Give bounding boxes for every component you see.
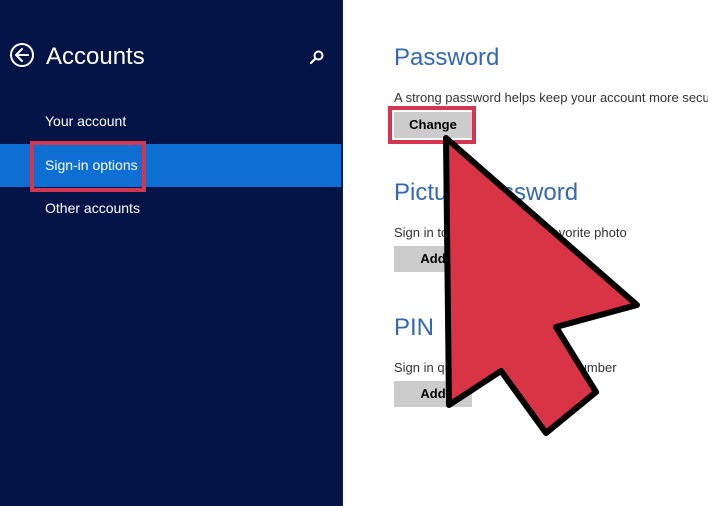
add-picture-password-button[interactable]: Add — [394, 246, 472, 272]
sidebar-item-label: Your account — [45, 113, 127, 129]
sidebar-item-other-accounts[interactable]: Other accounts — [0, 187, 341, 230]
password-description: A strong password helps keep your accoun… — [394, 90, 708, 105]
sidebar: Accounts Your account Sign-in options Ot… — [0, 0, 341, 506]
highlight-box-change — [388, 106, 476, 144]
sidebar-item-label: Other accounts — [45, 200, 140, 216]
highlight-box-sign-in-options — [30, 141, 146, 192]
picture-password-title: Picture password — [394, 179, 579, 206]
divider — [341, 0, 343, 506]
pin-description: Sign in quickly with a four-digit number — [394, 360, 617, 375]
picture-password-description: Sign in to your PC using a favorite phot… — [394, 225, 627, 240]
sidebar-item-your-account[interactable]: Your account — [0, 100, 341, 143]
add-pin-button[interactable]: Add — [394, 381, 472, 407]
password-title: Password — [394, 44, 500, 71]
page-title: Accounts — [46, 43, 145, 70]
search-icon[interactable] — [309, 49, 325, 65]
back-arrow-icon[interactable] — [10, 43, 34, 67]
pin-title: PIN — [394, 314, 435, 341]
